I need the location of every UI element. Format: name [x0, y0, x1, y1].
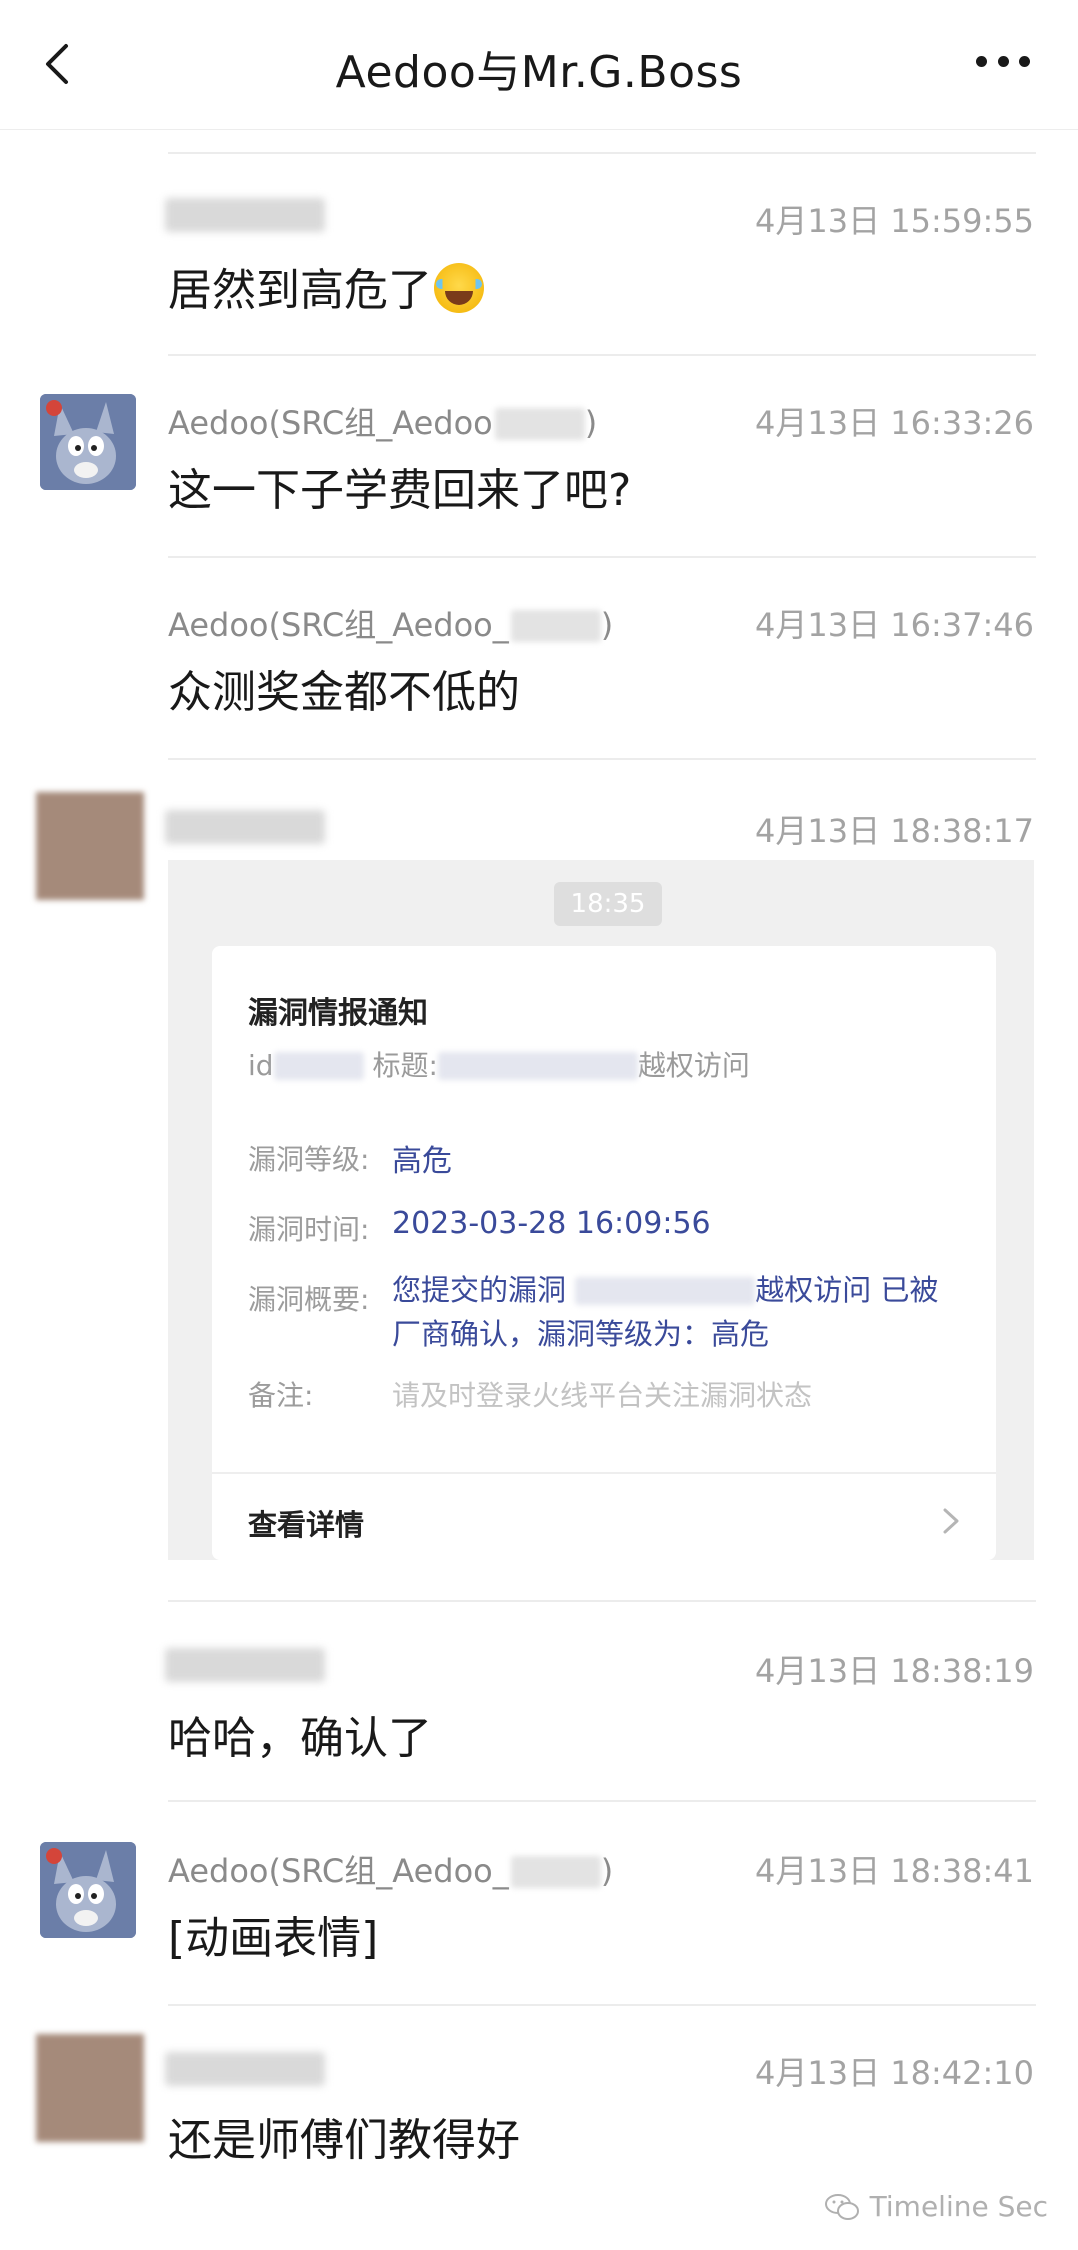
sender-name-tail: )	[584, 404, 598, 442]
shared-image[interactable]: 18:35 漏洞情报通知 id 标题: 越权访问 漏洞等级: 高危 漏洞时间: 2…	[168, 860, 1034, 1560]
summary-text-a: 您提交的漏洞	[392, 1273, 567, 1307]
message-divider	[168, 2004, 1036, 2006]
message-time: 4月13日 16:33:26	[755, 404, 1034, 442]
message-text[interactable]: 还是师傅们教得好	[168, 2104, 520, 2168]
watermark-text: Timeline Sec	[869, 2190, 1048, 2223]
summary-value: 您提交的漏洞 越权访问 已被厂商确认，漏洞等级为：高危	[392, 1268, 952, 1356]
sender-name-tail: )	[600, 606, 614, 644]
message-divider	[168, 1600, 1036, 1602]
more-icon[interactable]	[976, 56, 1030, 70]
message-time: 4月13日 15:59:55	[755, 202, 1034, 240]
sender-name: Aedoo(SRC组_Aedoo_)	[168, 600, 613, 646]
message-time: 4月13日 18:38:17	[755, 812, 1034, 850]
sender-name-redacted	[165, 2052, 325, 2086]
message-text[interactable]: [动画表情]	[168, 1902, 378, 1966]
message-divider	[168, 354, 1036, 356]
watermark: Timeline Sec	[824, 2190, 1048, 2223]
laughing-emoji-icon	[434, 263, 484, 313]
card-separator	[212, 1472, 996, 1474]
message-divider	[168, 758, 1036, 760]
chat-title: Aedoo与Mr.G.Boss	[335, 47, 743, 98]
card-title: 漏洞情报通知	[248, 996, 428, 1031]
id-label: id	[248, 1049, 274, 1082]
message-time: 4月13日 16:37:46	[755, 606, 1034, 644]
avatar[interactable]	[36, 792, 144, 900]
title-redaction	[437, 1052, 638, 1080]
cat-avatar-image	[40, 394, 136, 490]
sender-name-text: Aedoo(SRC组_Aedoo_	[168, 606, 509, 644]
message-divider	[168, 1800, 1036, 1802]
message-time: 4月13日 18:38:19	[755, 1652, 1034, 1690]
message-divider	[168, 556, 1036, 558]
sender-name-redacted	[165, 810, 325, 844]
name-redaction	[494, 408, 585, 440]
message-divider	[168, 152, 1036, 154]
note-label: 备注:	[248, 1379, 314, 1412]
image-timestamp: 18:35	[554, 882, 662, 926]
sender-name-text: Aedoo(SRC组_Aedoo	[168, 404, 493, 442]
message-time: 4月13日 18:38:41	[755, 1852, 1034, 1890]
sender-name-text: Aedoo(SRC组_Aedoo_	[168, 1852, 509, 1890]
wechat-icon	[824, 2193, 859, 2220]
card-id-row: id 标题: 越权访问	[248, 1044, 750, 1084]
view-details-link[interactable]: 查看详情	[248, 1502, 364, 1544]
name-redaction	[510, 610, 601, 642]
sender-name-redacted	[165, 1648, 325, 1682]
title-label: 标题:	[372, 1049, 438, 1082]
message-text[interactable]: 哈哈，确认了	[168, 1702, 432, 1766]
avatar[interactable]	[40, 1842, 136, 1938]
note-value: 请及时登录火线平台关注漏洞状态	[392, 1379, 813, 1412]
time-label: 漏洞时间:	[248, 1213, 370, 1246]
summary-label: 漏洞概要:	[248, 1283, 370, 1316]
sender-name: Aedoo(SRC组_Aedoo)	[168, 398, 597, 444]
chevron-right-icon[interactable]	[940, 1506, 962, 1536]
sender-name: Aedoo(SRC组_Aedoo_)	[168, 1846, 613, 1892]
summary-redaction	[575, 1277, 756, 1305]
sender-name-redacted	[165, 198, 325, 232]
message-text[interactable]: 众测奖金都不低的	[168, 656, 520, 720]
chat-header: Aedoo与Mr.G.Boss	[0, 0, 1078, 130]
cat-avatar-image	[40, 1842, 136, 1938]
message-text[interactable]: 居然到高危了	[168, 254, 484, 318]
vulnerability-notification-card: 漏洞情报通知 id 标题: 越权访问 漏洞等级: 高危 漏洞时间: 2023-03…	[212, 946, 996, 1560]
avatar[interactable]	[40, 394, 136, 490]
level-value: 高危	[392, 1144, 452, 1179]
level-label: 漏洞等级:	[248, 1143, 370, 1176]
sender-name-tail: )	[600, 1852, 614, 1890]
message-text[interactable]: 这一下子学费回来了吧?	[168, 454, 631, 518]
message-time: 4月13日 18:42:10	[755, 2054, 1034, 2092]
title-tail: 越权访问	[637, 1049, 750, 1082]
avatar[interactable]	[36, 2034, 144, 2142]
id-redaction	[273, 1052, 364, 1080]
name-redaction	[510, 1856, 601, 1888]
time-value: 2023-03-28 16:09:56	[392, 1206, 711, 1241]
message-text-content: 居然到高危了	[168, 265, 432, 316]
